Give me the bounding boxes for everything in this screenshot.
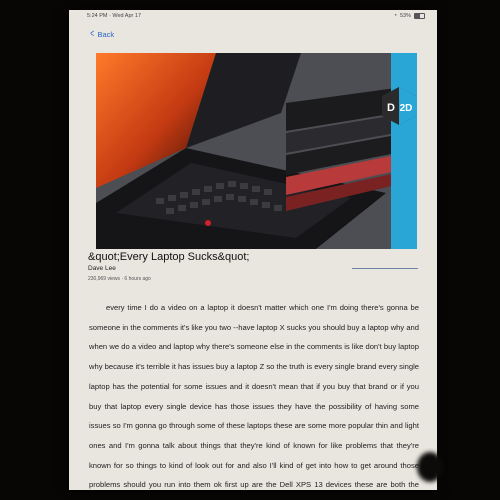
status-time: 5:24 PM · Wed Apr 17 — [87, 13, 142, 19]
laptop-illustration — [96, 53, 417, 249]
back-button[interactable]: < Back — [89, 28, 115, 40]
video-thumbnail[interactable]: D 2D — [96, 53, 417, 249]
status-right: ◔ 53% — [393, 13, 425, 19]
battery-percent: 53% — [399, 13, 411, 19]
transcript-text: every time I do a video on a laptop it d… — [89, 303, 419, 490]
nav-bar: < Back — [69, 23, 437, 45]
svg-text:D: D — [387, 102, 395, 114]
divider — [352, 268, 418, 269]
d2d-logo-icon: D 2D — [382, 87, 416, 125]
finger-shadow — [417, 452, 443, 482]
channel-name[interactable]: Dave Lee — [88, 265, 116, 272]
tablet-screen: 5:24 PM · Wed Apr 17 ◔ 53% < Back D 2D &… — [69, 10, 437, 490]
video-meta: 230,969 views · 6 hours ago — [88, 276, 151, 282]
back-label: Back — [97, 30, 115, 39]
wifi-icon: ◔ — [393, 13, 397, 19]
video-title: &quot;Every Laptop Sucks&quot; — [88, 251, 250, 263]
battery-icon — [414, 13, 425, 19]
chevron-left-icon: < — [90, 28, 95, 40]
brand-stripe — [391, 53, 417, 249]
status-bar: 5:24 PM · Wed Apr 17 ◔ 53% — [69, 10, 437, 22]
svg-text:2D: 2D — [400, 103, 413, 114]
